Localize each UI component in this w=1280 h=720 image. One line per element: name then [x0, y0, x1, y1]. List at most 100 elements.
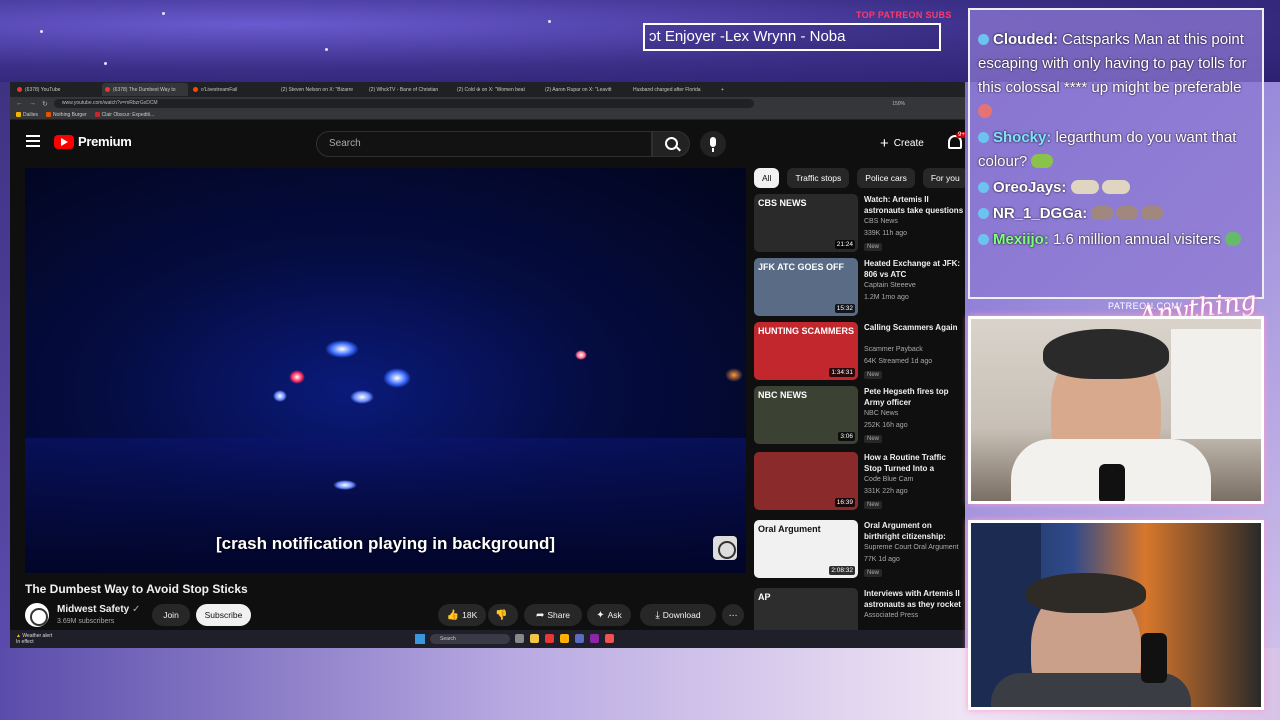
- plus-icon: +: [880, 135, 889, 152]
- youtube-header: Premium Search + Create 9+: [10, 120, 965, 166]
- police-light: [383, 368, 411, 388]
- search-icon[interactable]: [652, 131, 690, 157]
- zoom-indicator[interactable]: 150%: [892, 101, 905, 107]
- like-button[interactable]: 👍 18K: [438, 604, 486, 626]
- recommendation-title[interactable]: Heated Exchange at JFK: 806 vs ATC: [864, 258, 964, 280]
- emote-icon: [1091, 206, 1114, 220]
- recommendation-thumbnail[interactable]: CBS NEWS 21:24: [754, 194, 858, 252]
- emote-icon: [1070, 180, 1099, 194]
- recommendation-channel[interactable]: NBC News: [864, 410, 898, 417]
- recommendation-channel[interactable]: Associated Press: [864, 612, 918, 619]
- app-icon[interactable]: [590, 634, 599, 643]
- new-tab-button[interactable]: +: [718, 83, 730, 96]
- reload-icon[interactable]: ↻: [42, 100, 48, 108]
- youtube-logo[interactable]: Premium: [54, 134, 132, 149]
- recommendation-title[interactable]: Pete Hegseth fires top Army officer: [864, 386, 964, 408]
- recommendation-item[interactable]: CBS NEWS 21:24 Watch: Artemis II astronaut…: [754, 194, 964, 256]
- share-button[interactable]: ➦ Share: [524, 604, 582, 626]
- recommendation-title[interactable]: Oral Argument on birthright citizenship:…: [864, 520, 964, 542]
- folder-icon[interactable]: [560, 634, 569, 643]
- url-input[interactable]: www.youtube.com/watch?v=mRbzrGxDCM: [53, 99, 754, 108]
- chip-police-cars[interactable]: Police cars: [857, 168, 915, 188]
- recommendation-channel[interactable]: Code Blue Cam: [864, 476, 913, 483]
- recommendation-thumbnail[interactable]: HUNTING SCAMMERS 1:34:31: [754, 322, 858, 380]
- microphone-icon[interactable]: [700, 131, 726, 157]
- browser-tab[interactable]: (2) Steven Nelson on X: "Bizarre: [278, 83, 364, 96]
- browser-tab[interactable]: (2) WhckTV - Bane of Christian: [366, 83, 452, 96]
- bookmark-item[interactable]: Dailies: [16, 112, 38, 118]
- download-button[interactable]: ⤓ Download: [640, 604, 716, 626]
- recommendation-item[interactable]: 16:39 How a Routine Traffic Stop Turned I…: [754, 452, 964, 514]
- create-button[interactable]: + Create: [880, 133, 924, 155]
- recommendation-title[interactable]: Watch: Artemis II astronauts take questi…: [864, 194, 964, 216]
- browser-tab[interactable]: Husband charged after Florida: [630, 83, 716, 96]
- ask-button[interactable]: ✦ Ask: [587, 604, 631, 626]
- task-view-icon[interactable]: [515, 634, 524, 643]
- browser-tab[interactable]: (2) Cold ⊕ on X: "Women beat: [454, 83, 540, 96]
- star-decoration: [104, 62, 107, 65]
- browser-tab-active[interactable]: (6378) The Dumbest Way to: [102, 83, 188, 96]
- dislike-button[interactable]: 👎: [488, 604, 518, 626]
- recommendation-item[interactable]: JFK ATC GOES OFF 15:32 Heated Exchange at …: [754, 258, 964, 320]
- emote-icon: [1101, 180, 1130, 194]
- play-logo-icon: [54, 134, 74, 149]
- menu-icon[interactable]: [26, 135, 40, 150]
- recommendation-title[interactable]: Interviews with Artemis II astronauts as…: [864, 588, 964, 610]
- chat-badge-icon: [978, 132, 989, 143]
- join-button[interactable]: Join: [152, 604, 190, 626]
- taskbar-search[interactable]: Search: [430, 634, 510, 644]
- channel-watermark-icon[interactable]: [713, 536, 737, 560]
- browser-tab[interactable]: (6378) YouTube: [14, 83, 100, 96]
- chip-traffic-stops[interactable]: Traffic stops: [787, 168, 850, 188]
- file-explorer-icon[interactable]: [530, 634, 539, 643]
- star-decoration: [548, 20, 551, 23]
- recommendation-thumbnail[interactable]: Oral Argument 2:08:32: [754, 520, 858, 578]
- chip-all[interactable]: All: [754, 168, 780, 188]
- recommendation-channel[interactable]: Supreme Court Oral Argument: [864, 544, 959, 551]
- channel-name[interactable]: Midwest Safety ✓: [57, 604, 140, 615]
- browser-tab[interactable]: (2) Aaron Rupar on X: "Leavitt: [542, 83, 628, 96]
- windows-start-icon[interactable]: [415, 634, 425, 644]
- new-badge: New: [864, 501, 883, 509]
- bookmark-item[interactable]: Clair Obscur: Expediti...: [94, 112, 154, 118]
- thumbnail-text: CBS NEWS: [758, 198, 807, 208]
- more-icon: ⋯: [728, 610, 738, 620]
- youtube-icon: [105, 87, 110, 92]
- recommendation-channel[interactable]: Scammer Payback: [864, 346, 923, 353]
- video-player[interactable]: [crash notification playing in backgroun…: [25, 168, 746, 573]
- windows-taskbar: ▲ Weather alert In effect Search: [10, 630, 965, 648]
- star-decoration: [325, 48, 328, 51]
- recommendation-item[interactable]: HUNTING SCAMMERS 1:34:31 Calling Scammers …: [754, 322, 964, 384]
- weather-widget[interactable]: ▲ Weather alert In effect: [16, 633, 52, 645]
- recommendation-item[interactable]: Oral Argument 2:08:32 Oral Argument on bir…: [754, 520, 964, 582]
- browser-icon[interactable]: [545, 634, 554, 643]
- forward-icon[interactable]: →: [29, 100, 36, 107]
- browser-tab[interactable]: o'LivestreamFail: [190, 83, 276, 96]
- channel-avatar[interactable]: [25, 603, 49, 627]
- back-icon[interactable]: ←: [16, 100, 23, 107]
- video-caption: [crash notification playing in backgroun…: [215, 534, 556, 553]
- address-bar: ← → ↻ www.youtube.com/watch?v=mRbzrGxDCM…: [10, 97, 965, 110]
- chat-message: OreoJays:: [978, 176, 1254, 200]
- app-icon[interactable]: [605, 634, 614, 643]
- bookmark-item[interactable]: Nothing Burger: [46, 112, 87, 118]
- recommendation-channel[interactable]: CBS News: [864, 218, 898, 225]
- video-duration: 15:32: [834, 304, 855, 313]
- recommendation-meta: 64K Streamed 1d ago: [864, 358, 933, 365]
- recommendation-title[interactable]: How a Routine Traffic Stop Turned Into a…: [864, 452, 964, 474]
- recommendation-item[interactable]: NBC NEWS 3:06 Pete Hegseth fires top Army …: [754, 386, 964, 448]
- recommendation-channel[interactable]: Captain Steeeve: [864, 282, 916, 289]
- recommendation-title[interactable]: Calling Scammers Again: [864, 322, 964, 333]
- chat-badge-icon: [978, 34, 989, 45]
- app-icon[interactable]: [575, 634, 584, 643]
- recommendation-thumbnail[interactable]: 16:39: [754, 452, 858, 510]
- video-duration: 3:06: [838, 432, 855, 441]
- more-actions-button[interactable]: ⋯: [722, 604, 744, 626]
- chip-for-you[interactable]: For you: [922, 168, 965, 188]
- star-decoration: [40, 30, 43, 33]
- recommendation-thumbnail[interactable]: JFK ATC GOES OFF 15:32: [754, 258, 858, 316]
- search-input[interactable]: Search: [316, 131, 652, 157]
- recommendation-thumbnail[interactable]: NBC NEWS 3:06: [754, 386, 858, 444]
- subscribe-button[interactable]: Subscribe: [196, 604, 251, 626]
- guest-hair: [1026, 573, 1146, 613]
